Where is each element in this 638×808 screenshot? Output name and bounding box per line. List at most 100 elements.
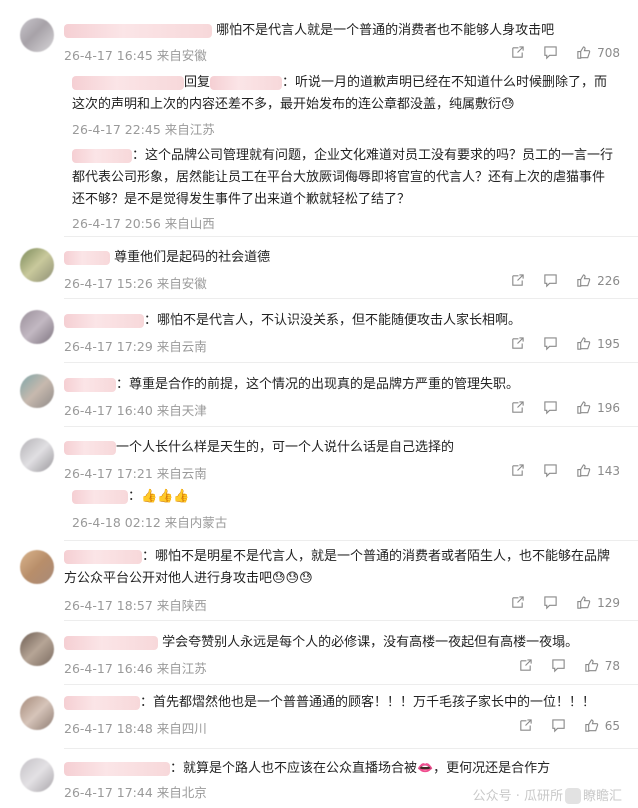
- username-blurred[interactable]: [64, 377, 116, 392]
- comment-meta: 26-4-17 17:44 来自北京: [64, 782, 207, 801]
- like-button[interactable]: 195: [576, 336, 620, 351]
- reply-text: ：这个品牌公司管理就有问题，企业文化难道对员工没有要求的吗？员工的一言一行都代表…: [72, 145, 616, 211]
- share-icon[interactable]: [510, 336, 525, 351]
- comment-text: 学会夸赞别人永远是每个人的必修课，没有高楼一夜起但有高楼一夜塌。: [162, 635, 579, 650]
- timestamp: 26-4-17 18:48: [64, 721, 153, 736]
- location: 来自江苏: [156, 661, 207, 676]
- divider: [64, 236, 638, 237]
- thumbs-up-icon: [577, 596, 591, 609]
- comment-text-row: ：哪怕不是代言人，不认识没关系，但不能随便攻击人家长相啊。: [64, 310, 616, 332]
- thumbs-up-icon: [577, 46, 591, 59]
- comment-text: ：这个品牌公司管理就有问题，企业文化难道对员工没有要求的吗？员工的一言一行都代表…: [72, 148, 614, 207]
- username-blurred[interactable]: [64, 440, 116, 455]
- location: 来自山西: [164, 216, 215, 231]
- location: 来自四川: [156, 721, 207, 736]
- comment-icon[interactable]: [543, 595, 558, 610]
- comment-text: 哪怕不是代言人就是一个普通的消费者也不能够人身攻击吧: [216, 23, 555, 38]
- avatar[interactable]: [20, 758, 54, 792]
- like-count: 143: [597, 463, 620, 478]
- location: 来自安徽: [156, 48, 207, 63]
- comment-text-row: ：哪怕不是明星不是代言人，就是一个普通的消费者或者陌生人，也不能够在品牌方公众平…: [64, 546, 616, 590]
- avatar[interactable]: [20, 18, 54, 52]
- username-blurred[interactable]: [64, 250, 110, 265]
- comment-meta: 26-4-17 22:45 来自江苏: [72, 119, 215, 138]
- comment-icon[interactable]: [551, 718, 566, 733]
- comment-meta: 26-4-18 02:12 来自内蒙古: [72, 512, 227, 531]
- like-button[interactable]: 78: [584, 658, 620, 673]
- thumbs-up-icon: [577, 401, 591, 414]
- location: 来自内蒙古: [164, 515, 228, 530]
- like-button[interactable]: 143: [576, 463, 620, 478]
- share-icon[interactable]: [510, 595, 525, 610]
- username-blurred[interactable]: [64, 761, 170, 776]
- watermark-text-2: 瞭瞻汇: [582, 788, 622, 804]
- comment-icon[interactable]: [551, 658, 566, 673]
- username-blurred[interactable]: [72, 75, 184, 90]
- share-icon[interactable]: [518, 658, 533, 673]
- divider: [64, 362, 638, 363]
- share-icon[interactable]: [518, 718, 533, 733]
- comment-icon[interactable]: [543, 273, 558, 288]
- avatar[interactable]: [20, 310, 54, 344]
- divider: [64, 748, 638, 749]
- like-button[interactable]: 708: [576, 45, 620, 60]
- comment-text-row: ：尊重是合作的前提，这个情况的出现真的是品牌方严重的管理失职。: [64, 374, 616, 396]
- avatar[interactable]: [20, 696, 54, 730]
- username-blurred[interactable]: [64, 549, 142, 564]
- like-button[interactable]: 196: [576, 400, 620, 415]
- location: 来自天津: [156, 403, 207, 418]
- comment-text-row: 哪怕不是代言人就是一个普通的消费者也不能够人身攻击吧: [64, 20, 616, 42]
- comment-meta: 26-4-17 15:26 来自安徽: [64, 273, 207, 292]
- comment-meta: 26-4-17 16:45 来自安徽: [64, 45, 207, 64]
- comment-text: ：就算是个路人也不应该在公众直播场合被👄，更何况还是合作方: [170, 761, 551, 776]
- thumbs-up-icon: [585, 659, 598, 672]
- timestamp: 26-4-17 17:21: [64, 466, 153, 481]
- location: 来自北京: [156, 785, 207, 800]
- location: 来自云南: [156, 466, 207, 481]
- share-icon[interactable]: [510, 273, 525, 288]
- avatar[interactable]: [20, 550, 54, 584]
- watermark-text: 公众号 · 瓜研所: [472, 788, 563, 804]
- comment-meta: 26-4-17 17:29 来自云南: [64, 336, 207, 355]
- comment-text: ：👍👍👍: [128, 489, 190, 504]
- like-button[interactable]: 129: [576, 595, 620, 610]
- like-count: 226: [597, 273, 620, 288]
- comment-text: ：哪怕不是代言人，不认识没关系，但不能随便攻击人家长相啊。: [144, 313, 522, 328]
- comment-icon[interactable]: [543, 336, 558, 351]
- like-count: 195: [597, 336, 620, 351]
- share-icon[interactable]: [510, 45, 525, 60]
- comment-actions: 78: [518, 658, 620, 673]
- comment-icon[interactable]: [543, 400, 558, 415]
- username-blurred[interactable]: [72, 489, 128, 504]
- thumbs-up-icon: [577, 337, 591, 350]
- timestamp: 26-4-18 02:12: [72, 515, 161, 530]
- comment-meta: 26-4-17 16:46 来自江苏: [64, 658, 207, 677]
- comment-text-row: ：就算是个路人也不应该在公众直播场合被👄，更何况还是合作方: [64, 758, 616, 780]
- share-icon[interactable]: [510, 400, 525, 415]
- username-blurred[interactable]: [64, 695, 140, 710]
- divider: [64, 540, 638, 541]
- avatar[interactable]: [20, 248, 54, 282]
- comment-text: ：哪怕不是明星不是代言人，就是一个普通的消费者或者陌生人，也不能够在品牌方公众平…: [64, 549, 611, 586]
- comment-meta: 26-4-17 20:56 来自山西: [72, 213, 215, 232]
- timestamp: 26-4-17 20:56: [72, 216, 161, 231]
- like-button[interactable]: 65: [584, 718, 620, 733]
- avatar[interactable]: [20, 632, 54, 666]
- username-blurred[interactable]: [72, 148, 132, 163]
- avatar[interactable]: [20, 374, 54, 408]
- comment-actions: 65: [518, 718, 620, 733]
- comment-text: 尊重他们是起码的社会道德: [114, 250, 271, 265]
- reply-target-blurred[interactable]: [210, 75, 283, 90]
- comment-actions: 195: [510, 336, 620, 351]
- location: 来自陕西: [156, 598, 207, 613]
- like-button[interactable]: 226: [576, 273, 620, 288]
- avatar[interactable]: [20, 438, 54, 472]
- username-blurred[interactable]: [64, 313, 144, 328]
- comment-icon[interactable]: [543, 463, 558, 478]
- like-count: 196: [597, 400, 620, 415]
- comment-icon[interactable]: [543, 45, 558, 60]
- username-blurred[interactable]: [64, 23, 212, 38]
- share-icon[interactable]: [510, 463, 525, 478]
- reply-text: 回复 ：听说一月的道歉声明已经在不知道什么时候删除了，而这次的声明和上次的内容还差…: [72, 72, 616, 116]
- username-blurred[interactable]: [64, 635, 158, 650]
